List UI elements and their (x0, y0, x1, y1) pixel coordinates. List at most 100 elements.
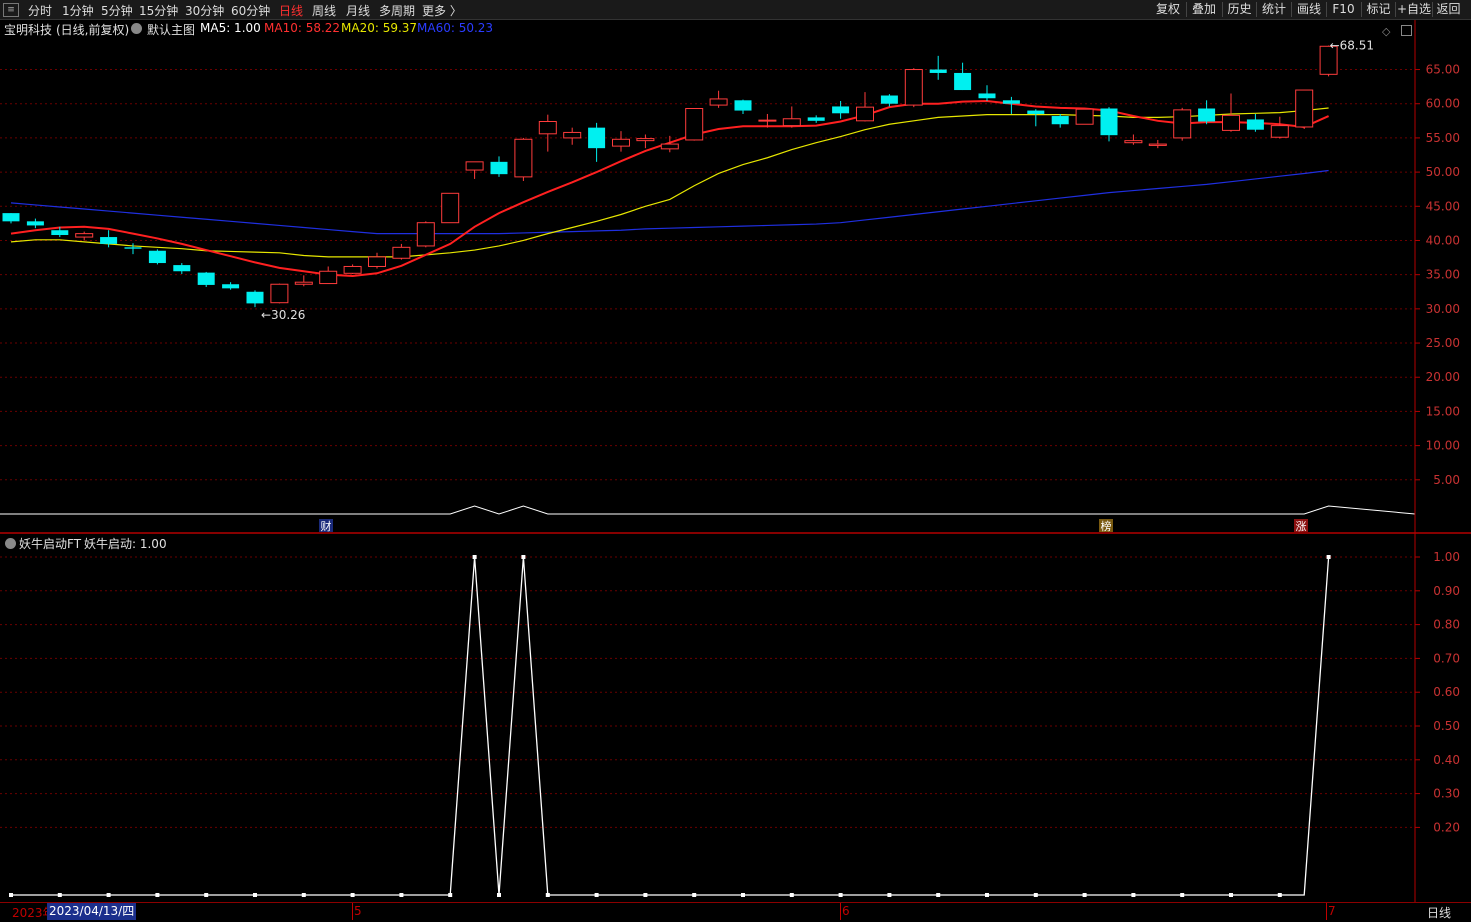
candle-down (51, 230, 69, 236)
indicator-tick-label: 0.90 (1433, 584, 1460, 598)
candle-up (538, 120, 557, 135)
price-tick-label: 30.00 (1426, 302, 1460, 316)
signal-point (594, 893, 599, 897)
candle-up (294, 281, 313, 285)
candle-up (392, 246, 411, 259)
signal-point (545, 893, 550, 897)
candle-up (465, 161, 484, 171)
period-label[interactable]: 日线 (1427, 904, 1451, 921)
price-tick-label: 20.00 (1426, 370, 1460, 384)
price-tick-label: 55.00 (1426, 131, 1460, 145)
indicator-tick-label: 0.80 (1433, 618, 1460, 632)
signal-point (204, 893, 209, 897)
candle-up (1222, 114, 1240, 131)
ma20-line (10, 107, 1329, 258)
signal-point (838, 893, 843, 897)
signal-point (472, 555, 477, 559)
candle-down (222, 284, 240, 289)
high-price-marker: ←68.51 (1330, 39, 1374, 53)
indicator-tick-label: 0.30 (1433, 787, 1460, 801)
candle-up (75, 233, 94, 238)
signal-point (106, 893, 111, 897)
candle-up (904, 69, 923, 106)
candle-up (514, 138, 533, 178)
signal-point (985, 893, 989, 897)
candle-down (246, 291, 264, 304)
candle-down (929, 69, 947, 73)
signal-point (1180, 893, 1185, 897)
candle-up (270, 283, 289, 304)
signal-point (448, 893, 453, 897)
candle-down (954, 72, 972, 91)
month-label: 7 (1328, 904, 1336, 918)
candle-down (124, 247, 142, 249)
candle-up (709, 98, 728, 106)
signal-point (1131, 893, 1136, 897)
event-cai: 财 (321, 519, 332, 533)
signal-point (350, 893, 355, 897)
cursor-date: 2023/04/13/四 (47, 903, 137, 920)
candle-up (1270, 125, 1289, 138)
candle-up (1124, 140, 1143, 144)
indicator-tick-label: 0.60 (1433, 685, 1460, 699)
candle-up (758, 119, 777, 122)
price-tick-label: 60.00 (1426, 97, 1460, 111)
signal-point (692, 893, 697, 897)
price-tick-label: 45.00 (1426, 199, 1460, 213)
indicator-tick-label: 0.20 (1433, 820, 1460, 834)
candle-up (856, 106, 874, 122)
ma60-line (10, 169, 1329, 235)
price-tick-label: 40.00 (1426, 233, 1460, 247)
candle-down (807, 117, 825, 121)
indicator-tick-label: 0.50 (1433, 719, 1460, 733)
month-tick (840, 903, 841, 920)
date-axis: 2023年 2023/04/13/四 567 日线 (0, 902, 1471, 922)
candle-down (100, 237, 118, 244)
candle-down (734, 100, 752, 111)
candle-up (782, 118, 801, 127)
candle-up (1075, 108, 1094, 125)
candle-up (685, 108, 704, 141)
price-tick-label: 65.00 (1426, 63, 1460, 77)
low-price-marker: ←30.26 (261, 308, 305, 322)
signal-point (497, 893, 501, 897)
price-tick-label: 25.00 (1426, 336, 1460, 350)
candle-down (1002, 100, 1020, 104)
candle-down (978, 93, 996, 99)
signal-point (887, 893, 892, 897)
candle-down (1027, 110, 1045, 114)
candle-down (1051, 116, 1069, 125)
candle-up (1295, 89, 1314, 128)
price-tick-label: 15.00 (1426, 404, 1460, 418)
price-tick-label: 10.00 (1426, 439, 1460, 453)
candle-down (2, 213, 20, 222)
indicator-tick-label: 1.00 (1433, 550, 1460, 564)
candle-up (563, 131, 582, 139)
candle-up (441, 192, 460, 224)
signal-point (399, 893, 404, 897)
candle-down (832, 106, 850, 114)
price-tick-label: 35.00 (1426, 268, 1460, 282)
candle-down (1246, 119, 1264, 130)
candle-down (26, 221, 44, 226)
candle-up (1173, 109, 1192, 139)
candle-down (490, 161, 508, 175)
candle-down (173, 265, 191, 272)
candle-up (368, 256, 386, 267)
ma10-line (10, 99, 1330, 278)
signal-point (521, 555, 526, 559)
candle-up (636, 138, 655, 142)
month-tick (1326, 903, 1327, 920)
price-tick-label: 5.00 (1433, 473, 1460, 487)
signal-point (789, 893, 794, 897)
kline-chart[interactable]: 财榜涨 65.0060.0055.0050.0045.0040.0035.003… (0, 0, 1471, 921)
signal-point (643, 893, 648, 897)
candle-down (197, 272, 215, 285)
month-label: 6 (842, 904, 850, 918)
event-zhang: 涨 (1296, 520, 1307, 533)
signal-point (1326, 555, 1331, 559)
event-signal-line (11, 505, 1416, 515)
candle-up (660, 143, 679, 150)
signal-point (741, 893, 745, 897)
price-tick-label: 50.00 (1426, 165, 1460, 179)
